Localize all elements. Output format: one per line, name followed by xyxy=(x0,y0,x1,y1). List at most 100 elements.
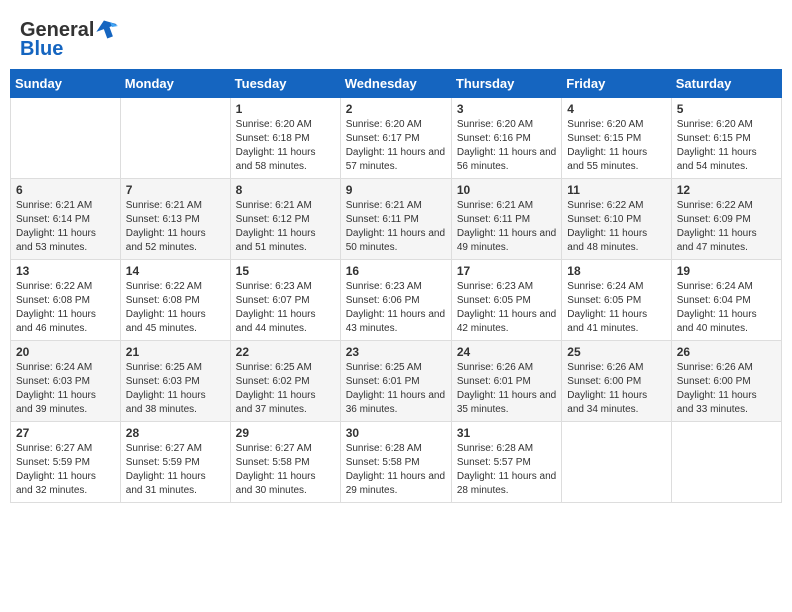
calendar-cell: 21 Sunrise: 6:25 AM Sunset: 6:03 PM Dayli… xyxy=(120,341,230,422)
calendar-cell: 22 Sunrise: 6:25 AM Sunset: 6:02 PM Dayli… xyxy=(230,341,340,422)
calendar-cell: 13 Sunrise: 6:22 AM Sunset: 6:08 PM Dayli… xyxy=(11,260,121,341)
calendar-cell: 14Sunrise: 6:22 AM Sunset: 6:08 PM Dayli… xyxy=(120,260,230,341)
calendar-day-header: Tuesday xyxy=(230,70,340,98)
day-number: 30 xyxy=(346,426,446,440)
calendar-cell: 18Sunrise: 6:24 AM Sunset: 6:05 PM Dayli… xyxy=(562,260,671,341)
day-info: Sunrise: 6:20 AM Sunset: 6:16 PM Dayligh… xyxy=(457,118,556,174)
day-info: Sunrise: 6:23 AM Sunset: 6:05 PM Dayligh… xyxy=(457,280,556,336)
day-number: 16 xyxy=(346,264,446,278)
day-number: 3 xyxy=(457,102,556,116)
day-number: 4 xyxy=(567,102,665,116)
calendar-cell: 11Sunrise: 6:22 AM Sunset: 6:10 PM Dayli… xyxy=(562,179,671,260)
calendar-header-row: SundayMondayTuesdayWednesdayThursdayFrid… xyxy=(11,70,782,98)
calendar-cell: 27 Sunrise: 6:27 AM Sunset: 5:59 PM Dayli… xyxy=(11,422,121,503)
calendar-table: SundayMondayTuesdayWednesdayThursdayFrid… xyxy=(10,69,782,503)
day-info: Sunrise: 6:22 AM Sunset: 6:10 PM Dayligh… xyxy=(567,199,665,255)
calendar-cell: 31 Sunrise: 6:28 AM Sunset: 5:57 PM Dayli… xyxy=(451,422,561,503)
day-number: 9 xyxy=(346,183,446,197)
day-info: Sunrise: 6:20 AM Sunset: 6:17 PM Dayligh… xyxy=(346,118,446,174)
calendar-cell: 5 Sunrise: 6:20 AM Sunset: 6:15 PM Daylig… xyxy=(671,98,781,179)
logo-blue-text: Blue xyxy=(20,38,63,61)
calendar-cell: 4 Sunrise: 6:20 AM Sunset: 6:15 PM Daylig… xyxy=(562,98,671,179)
calendar-cell xyxy=(562,422,671,503)
calendar-day-header: Monday xyxy=(120,70,230,98)
day-number: 22 xyxy=(236,345,335,359)
calendar-cell: 19 Sunrise: 6:24 AM Sunset: 6:04 PM Dayli… xyxy=(671,260,781,341)
day-number: 12 xyxy=(677,183,776,197)
day-info: Sunrise: 6:22 AM Sunset: 6:08 PM Dayligh… xyxy=(126,280,225,336)
day-number: 26 xyxy=(677,345,776,359)
day-number: 28 xyxy=(126,426,225,440)
day-number: 29 xyxy=(236,426,335,440)
day-number: 23 xyxy=(346,345,446,359)
day-info: Sunrise: 6:24 AM Sunset: 6:04 PM Dayligh… xyxy=(677,280,776,336)
calendar-cell: 23 Sunrise: 6:25 AM Sunset: 6:01 PM Dayli… xyxy=(340,341,451,422)
calendar-cell: 30 Sunrise: 6:28 AM Sunset: 5:58 PM Dayli… xyxy=(340,422,451,503)
day-info: Sunrise: 6:26 AM Sunset: 6:00 PM Dayligh… xyxy=(567,361,665,417)
day-number: 24 xyxy=(457,345,556,359)
day-info: Sunrise: 6:26 AM Sunset: 6:00 PM Dayligh… xyxy=(677,361,776,417)
day-info: Sunrise: 6:20 AM Sunset: 6:18 PM Dayligh… xyxy=(236,118,335,174)
day-number: 10 xyxy=(457,183,556,197)
day-info: Sunrise: 6:28 AM Sunset: 5:58 PM Dayligh… xyxy=(346,442,446,498)
calendar-week-row: 20 Sunrise: 6:24 AM Sunset: 6:03 PM Dayli… xyxy=(11,341,782,422)
day-info: Sunrise: 6:21 AM Sunset: 6:14 PM Dayligh… xyxy=(16,199,115,255)
calendar-day-header: Sunday xyxy=(11,70,121,98)
calendar-cell: 2 Sunrise: 6:20 AM Sunset: 6:17 PM Daylig… xyxy=(340,98,451,179)
day-number: 7 xyxy=(126,183,225,197)
day-info: Sunrise: 6:22 AM Sunset: 6:08 PM Dayligh… xyxy=(16,280,115,336)
day-number: 6 xyxy=(16,183,115,197)
day-info: Sunrise: 6:24 AM Sunset: 6:03 PM Dayligh… xyxy=(16,361,115,417)
day-number: 15 xyxy=(236,264,335,278)
day-info: Sunrise: 6:28 AM Sunset: 5:57 PM Dayligh… xyxy=(457,442,556,498)
day-number: 19 xyxy=(677,264,776,278)
day-info: Sunrise: 6:25 AM Sunset: 6:01 PM Dayligh… xyxy=(346,361,446,417)
day-info: Sunrise: 6:25 AM Sunset: 6:02 PM Dayligh… xyxy=(236,361,335,417)
day-info: Sunrise: 6:21 AM Sunset: 6:11 PM Dayligh… xyxy=(457,199,556,255)
day-info: Sunrise: 6:27 AM Sunset: 5:59 PM Dayligh… xyxy=(126,442,225,498)
calendar-day-header: Saturday xyxy=(671,70,781,98)
day-info: Sunrise: 6:26 AM Sunset: 6:01 PM Dayligh… xyxy=(457,361,556,417)
day-info: Sunrise: 6:20 AM Sunset: 6:15 PM Dayligh… xyxy=(677,118,776,174)
day-number: 17 xyxy=(457,264,556,278)
day-info: Sunrise: 6:23 AM Sunset: 6:06 PM Dayligh… xyxy=(346,280,446,336)
day-number: 13 xyxy=(16,264,115,278)
calendar-cell xyxy=(120,98,230,179)
calendar-cell: 15Sunrise: 6:23 AM Sunset: 6:07 PM Dayli… xyxy=(230,260,340,341)
day-info: Sunrise: 6:22 AM Sunset: 6:09 PM Dayligh… xyxy=(677,199,776,255)
calendar-week-row: 27 Sunrise: 6:27 AM Sunset: 5:59 PM Dayli… xyxy=(11,422,782,503)
calendar-cell: 29 Sunrise: 6:27 AM Sunset: 5:58 PM Dayli… xyxy=(230,422,340,503)
day-number: 21 xyxy=(126,345,225,359)
calendar-cell: 25 Sunrise: 6:26 AM Sunset: 6:00 PM Dayli… xyxy=(562,341,671,422)
calendar-cell: 20 Sunrise: 6:24 AM Sunset: 6:03 PM Dayli… xyxy=(11,341,121,422)
day-number: 18 xyxy=(567,264,665,278)
logo: General Blue xyxy=(20,18,118,61)
calendar-cell: 9Sunrise: 6:21 AM Sunset: 6:11 PM Daylig… xyxy=(340,179,451,260)
calendar-week-row: 6 Sunrise: 6:21 AM Sunset: 6:14 PM Daylig… xyxy=(11,179,782,260)
day-number: 5 xyxy=(677,102,776,116)
calendar-cell: 24 Sunrise: 6:26 AM Sunset: 6:01 PM Dayli… xyxy=(451,341,561,422)
calendar-cell xyxy=(11,98,121,179)
calendar-day-header: Friday xyxy=(562,70,671,98)
page-header: General Blue xyxy=(10,10,782,61)
calendar-cell: 12 Sunrise: 6:22 AM Sunset: 6:09 PM Dayli… xyxy=(671,179,781,260)
calendar-day-header: Thursday xyxy=(451,70,561,98)
calendar-cell: 1 Sunrise: 6:20 AM Sunset: 6:18 PM Daylig… xyxy=(230,98,340,179)
day-number: 25 xyxy=(567,345,665,359)
day-number: 1 xyxy=(236,102,335,116)
calendar-cell: 10 Sunrise: 6:21 AM Sunset: 6:11 PM Dayli… xyxy=(451,179,561,260)
day-info: Sunrise: 6:20 AM Sunset: 6:15 PM Dayligh… xyxy=(567,118,665,174)
day-number: 2 xyxy=(346,102,446,116)
day-info: Sunrise: 6:25 AM Sunset: 6:03 PM Dayligh… xyxy=(126,361,225,417)
day-number: 31 xyxy=(457,426,556,440)
day-number: 20 xyxy=(16,345,115,359)
day-info: Sunrise: 6:27 AM Sunset: 5:59 PM Dayligh… xyxy=(16,442,115,498)
day-number: 27 xyxy=(16,426,115,440)
day-info: Sunrise: 6:27 AM Sunset: 5:58 PM Dayligh… xyxy=(236,442,335,498)
calendar-cell: 17 Sunrise: 6:23 AM Sunset: 6:05 PM Dayli… xyxy=(451,260,561,341)
calendar-cell: 3 Sunrise: 6:20 AM Sunset: 6:16 PM Daylig… xyxy=(451,98,561,179)
day-info: Sunrise: 6:21 AM Sunset: 6:12 PM Dayligh… xyxy=(236,199,335,255)
calendar-cell: 28 Sunrise: 6:27 AM Sunset: 5:59 PM Dayli… xyxy=(120,422,230,503)
calendar-day-header: Wednesday xyxy=(340,70,451,98)
calendar-week-row: 13 Sunrise: 6:22 AM Sunset: 6:08 PM Dayli… xyxy=(11,260,782,341)
